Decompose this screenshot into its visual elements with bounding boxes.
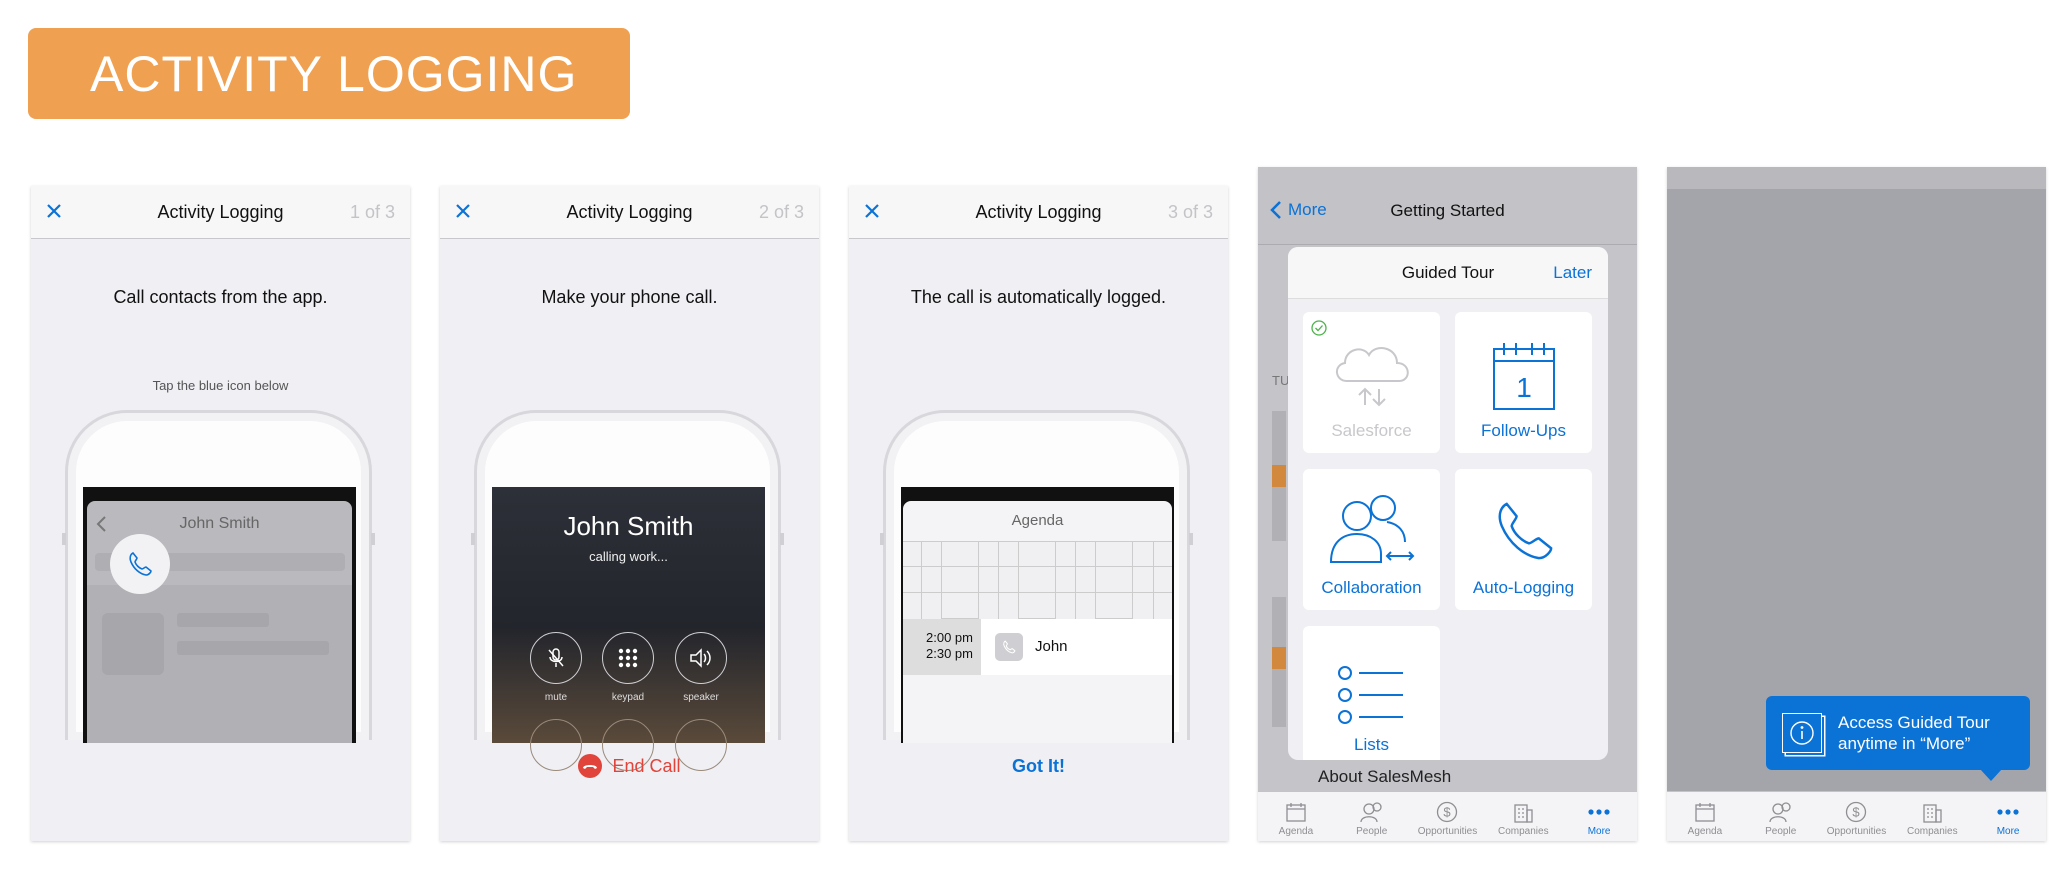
logged-call-event[interactable]: John: [981, 619, 1172, 675]
people-icon: [1769, 802, 1791, 823]
instruction-text: Make your phone call.: [541, 287, 718, 307]
end-call-button[interactable]: End Call: [440, 754, 819, 778]
people-icon: [1329, 495, 1414, 563]
calendar-icon: [1286, 803, 1306, 822]
step-indicator: 1 of 3: [349, 202, 395, 222]
calendar-title: Agenda: [1011, 512, 1064, 529]
people-icon: [1360, 802, 1382, 823]
phone-icon: [1498, 502, 1552, 560]
tile-lists[interactable]: Lists: [1303, 626, 1440, 760]
tour-panel-2: Activity Logging 2 of 3 Make your phone …: [440, 186, 819, 841]
mute-label: mute: [544, 692, 568, 703]
tab-opportunities[interactable]: $ Opportunities: [1819, 792, 1895, 841]
microphone-icon: [548, 648, 564, 667]
phone-icon: [129, 551, 152, 576]
caller-name: John Smith: [563, 511, 694, 541]
speaker-label: speaker: [683, 692, 719, 703]
tab-bar: Agenda People $ Opportunities Companies M…: [1667, 791, 2046, 841]
background-item: About SalesMesh: [1318, 767, 1452, 786]
later-button[interactable]: Later: [1553, 263, 1592, 283]
panel-header: Activity Logging 2 of 3: [440, 186, 819, 239]
got-it-button[interactable]: Got It!: [849, 756, 1228, 777]
tour-panel-3: Activity Logging 3 of 3 The call is auto…: [849, 186, 1228, 841]
tile-auto-logging[interactable]: Auto-Logging: [1455, 469, 1592, 610]
section-header: TU: [1272, 373, 1290, 388]
panel-header: Activity Logging 3 of 3: [849, 186, 1228, 239]
building-icon: [1923, 804, 1942, 823]
keypad-button[interactable]: [602, 632, 654, 684]
cloud-sync-icon: [1335, 347, 1409, 407]
banner-title: ACTIVITY LOGGING: [90, 45, 578, 102]
event-name: John: [1035, 638, 1068, 655]
contact-name: John Smith: [179, 515, 260, 532]
tab-people[interactable]: People: [1743, 792, 1819, 841]
more-icon: [1997, 809, 2019, 815]
tab-people[interactable]: People: [1334, 792, 1410, 841]
guided-tour-modal: Guided Tour Later Salesforce 1 Follow-Up…: [1288, 247, 1608, 760]
list-icon: [1337, 666, 1403, 724]
tab-more[interactable]: More: [1561, 792, 1637, 841]
phone-icon: [995, 633, 1023, 661]
dollar-icon: $: [1437, 801, 1458, 823]
keypad-icon: [618, 648, 638, 668]
tab-bar: Agenda People $ Opportunities Companies M…: [1258, 791, 1637, 841]
tile-follow-ups[interactable]: 1 Follow-Ups: [1455, 312, 1592, 453]
svg-text:1: 1: [1516, 372, 1532, 403]
nav-title: Getting Started: [1390, 201, 1505, 220]
event-start: 2:00 pm: [926, 630, 973, 645]
instruction-text: Call contacts from the app.: [113, 287, 328, 307]
keypad-label: keypad: [611, 692, 645, 703]
dollar-icon: $: [1846, 801, 1867, 823]
svg-text:$: $: [1444, 805, 1452, 820]
tab-opportunities[interactable]: $ Opportunities: [1410, 792, 1486, 841]
tab-companies[interactable]: Companies: [1894, 792, 1970, 841]
phone-mockup: John Smith calling work... mute keypad s…: [471, 410, 784, 771]
avatar: [102, 613, 164, 675]
speaker-icon: [690, 648, 711, 668]
checkmark-icon: [1311, 320, 1327, 336]
info-icon: [1782, 713, 1822, 753]
calendar-icon: [1695, 803, 1715, 822]
calendar-grid: [903, 541, 1172, 619]
panel-header: Activity Logging 1 of 3: [31, 186, 410, 239]
event-end: 2:30 pm: [926, 646, 973, 661]
mute-button[interactable]: [530, 632, 582, 684]
tile-salesforce[interactable]: Salesforce: [1303, 312, 1440, 453]
call-button-highlight[interactable]: [110, 534, 170, 594]
page-banner: ACTIVITY LOGGING: [28, 28, 630, 119]
step-indicator: 3 of 3: [1167, 202, 1213, 222]
tooltip-screen: Access Guided Tour anytime in “More” Age…: [1667, 167, 2046, 841]
phone-mockup: John Smith: [62, 410, 375, 743]
end-call-label: End Call: [612, 755, 681, 776]
svg-text:$: $: [1853, 805, 1861, 820]
hang-up-icon: [578, 754, 603, 778]
tab-companies[interactable]: Companies: [1485, 792, 1561, 841]
phone-mockup: Agenda 2:00 pm 2:30 pm John: [880, 410, 1193, 743]
speaker-button[interactable]: [675, 632, 727, 684]
building-icon: [1514, 804, 1533, 823]
guided-tour-tooltip[interactable]: Access Guided Tour anytime in “More”: [1766, 696, 2030, 781]
modal-header: Guided Tour Later: [1288, 247, 1608, 299]
phone-screen: John Smith calling work... mute keypad s…: [492, 487, 765, 771]
calendar-icon: 1: [1492, 343, 1555, 410]
tile-collaboration[interactable]: Collaboration: [1303, 469, 1440, 610]
tooltip-line-2: anytime in “More”: [1838, 734, 1971, 753]
tooltip-line-1: Access Guided Tour: [1838, 713, 1990, 732]
tab-agenda[interactable]: Agenda: [1258, 792, 1334, 841]
hint-text: Tap the blue icon below: [152, 378, 289, 393]
more-icon: [1588, 809, 1610, 815]
tab-more[interactable]: More: [1970, 792, 2046, 841]
instruction-text: The call is automatically logged.: [910, 287, 1167, 307]
event-time: 2:00 pm 2:30 pm: [903, 619, 981, 675]
phone-screen: John Smith: [83, 487, 356, 743]
call-status: calling work...: [589, 549, 668, 564]
guided-tour-screen: More Getting Started TU About SalesMesh …: [1258, 167, 1637, 841]
step-indicator: 2 of 3: [758, 202, 804, 222]
phone-screen: Agenda 2:00 pm 2:30 pm John: [901, 487, 1174, 743]
tab-agenda[interactable]: Agenda: [1667, 792, 1743, 841]
nav-bar: More Getting Started: [1258, 167, 1637, 245]
tour-panel-1: Activity Logging 1 of 3 Call contacts fr…: [31, 186, 410, 841]
